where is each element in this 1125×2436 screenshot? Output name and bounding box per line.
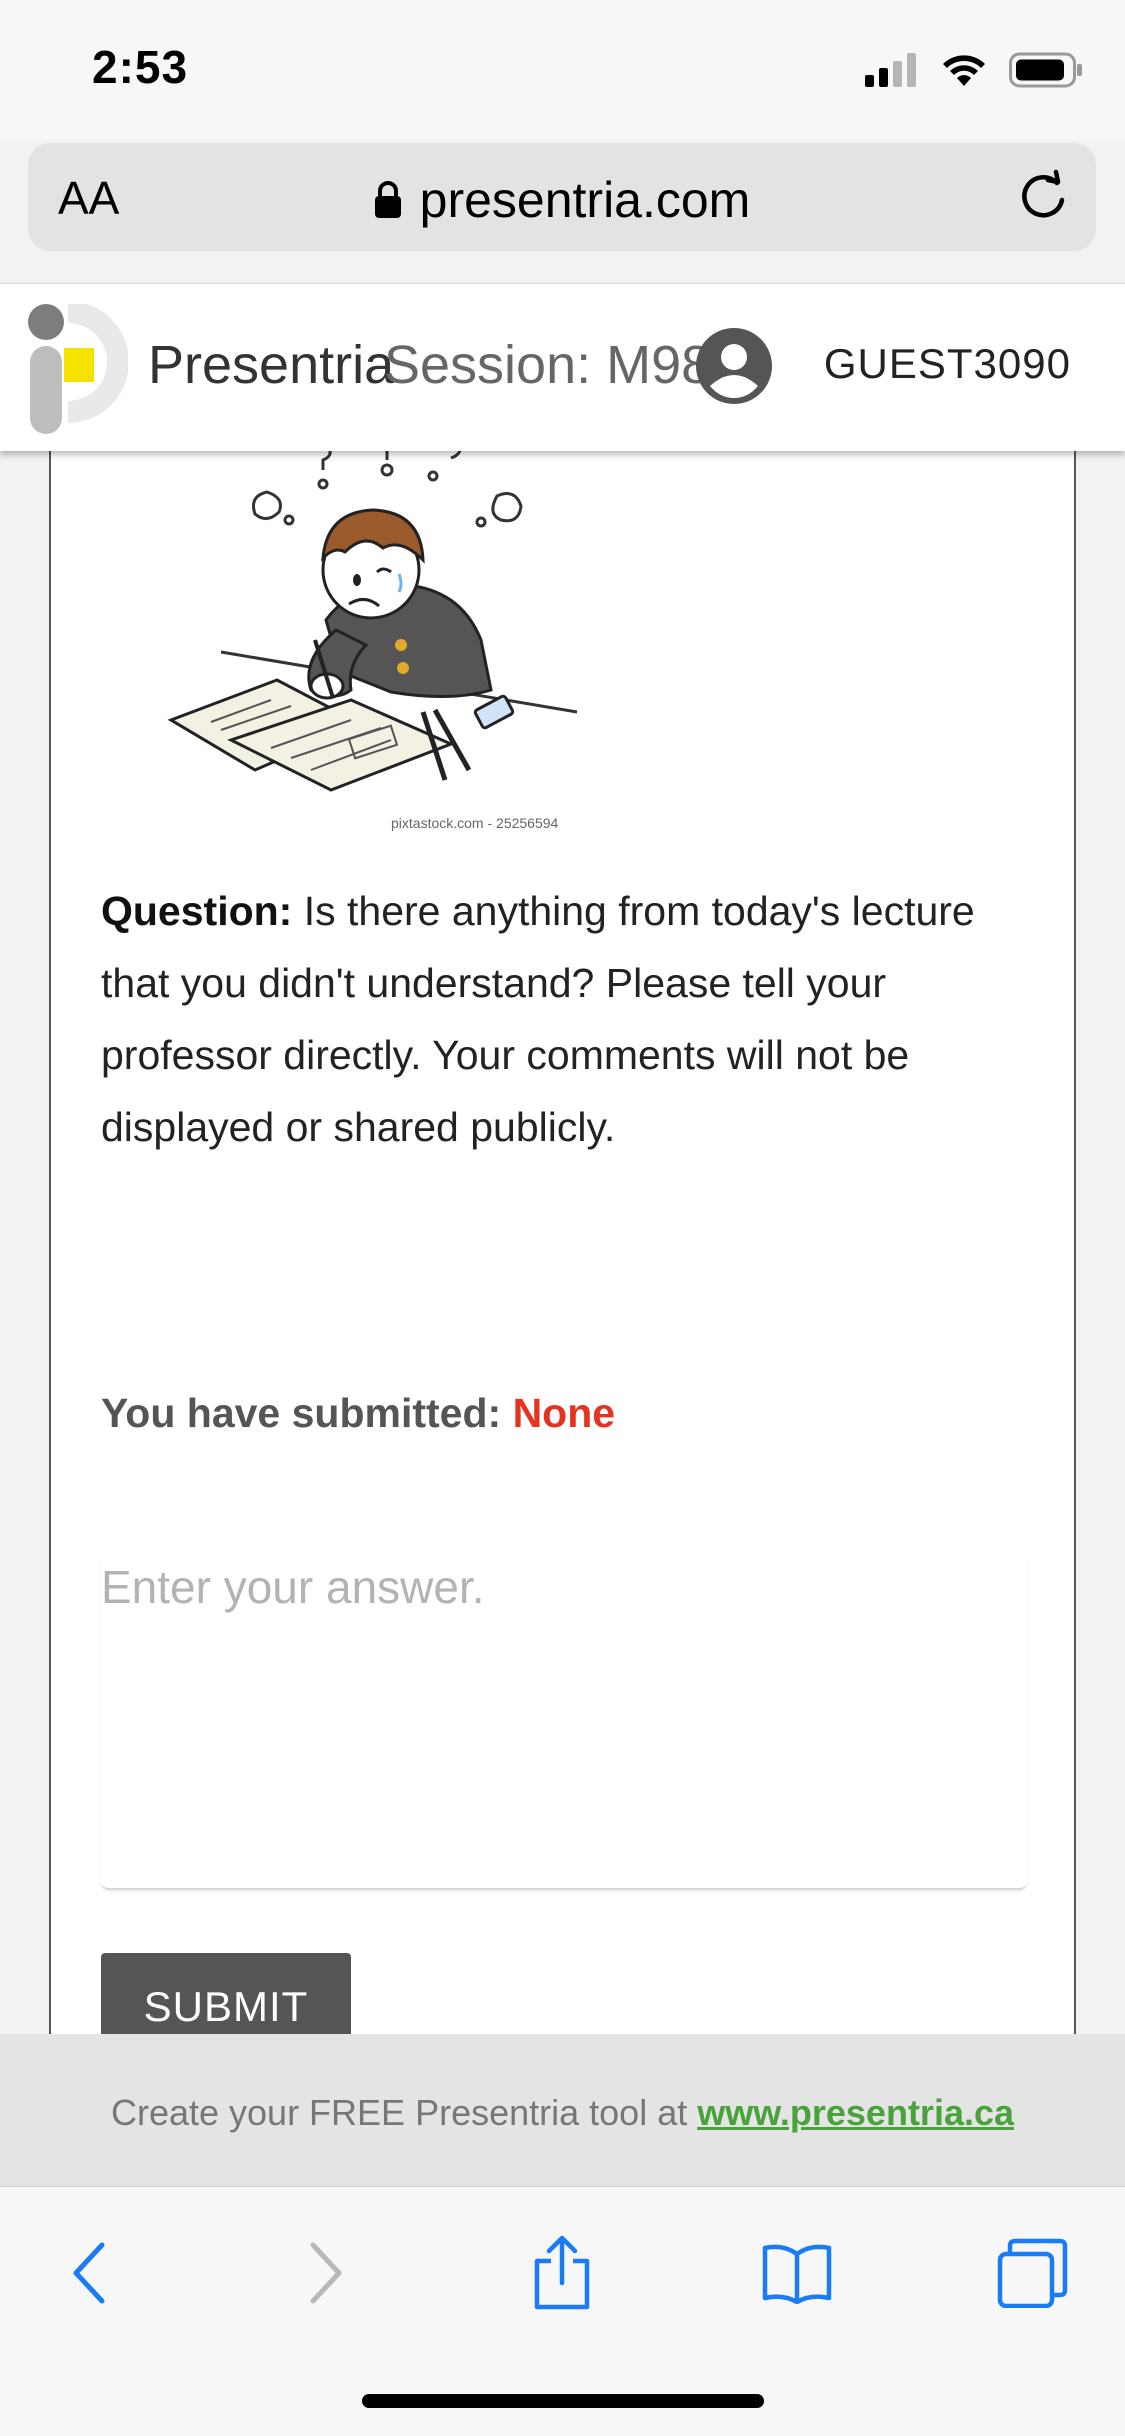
- back-button[interactable]: [45, 2233, 135, 2313]
- status-time: 2:53: [92, 41, 189, 93]
- image-credit: pixtastock.com - 25256594: [391, 815, 559, 831]
- tabs-button[interactable]: [988, 2233, 1078, 2313]
- guest-username[interactable]: GUEST3090: [824, 340, 1071, 388]
- back-icon: [73, 2242, 105, 2304]
- share-button[interactable]: [517, 2233, 607, 2313]
- app-header: Presentria Session: M98 GUEST3090: [0, 283, 1125, 451]
- question-text: Question: Is there anything from today's…: [101, 875, 1041, 1163]
- forward-icon: [310, 2242, 342, 2304]
- cellular-signal-icon: [865, 53, 916, 87]
- share-icon: [534, 2235, 590, 2310]
- session-label: Session: M98: [384, 335, 712, 395]
- presentria-logo[interactable]: [28, 304, 128, 434]
- home-indicator[interactable]: [362, 2394, 764, 2408]
- answer-input[interactable]: [101, 1560, 1027, 1890]
- bookmarks-icon: [762, 2244, 832, 2304]
- forward-button[interactable]: [280, 2233, 370, 2313]
- url-domain-text: presentria.com: [419, 172, 751, 228]
- user-avatar-icon[interactable]: [696, 328, 772, 404]
- brand-name: Presentria: [148, 335, 395, 395]
- status-icons: [865, 48, 1083, 92]
- lock-icon: [374, 180, 401, 218]
- address-bar[interactable]: AA presentria.com: [28, 143, 1096, 251]
- wifi-icon: [943, 55, 985, 86]
- promo-text: Create your FREE Presentria tool at: [110, 2092, 698, 2133]
- tabs-icon: [997, 2238, 1068, 2308]
- submission-status: You have submitted: None: [101, 1390, 615, 1437]
- submission-status-value: None: [512, 1390, 616, 1436]
- submission-status-label: You have submitted:: [101, 1390, 513, 1436]
- battery-icon: [1009, 52, 1082, 88]
- presentria-link[interactable]: www.presentria.ca: [697, 2092, 1014, 2133]
- question-label: Question:: [101, 888, 293, 934]
- reload-icon[interactable]: [1014, 167, 1072, 225]
- question-card: pixtastock.com - 25256594 Question: Is t…: [49, 440, 1076, 2049]
- confused-student-illustration: [167, 440, 578, 792]
- bookmarks-button[interactable]: [752, 2233, 842, 2313]
- url-display[interactable]: presentria.com: [28, 171, 1096, 229]
- status-bar: 2:53: [0, 0, 1125, 140]
- promo-footer: Create your FREE Presentria tool at www.…: [0, 2034, 1125, 2186]
